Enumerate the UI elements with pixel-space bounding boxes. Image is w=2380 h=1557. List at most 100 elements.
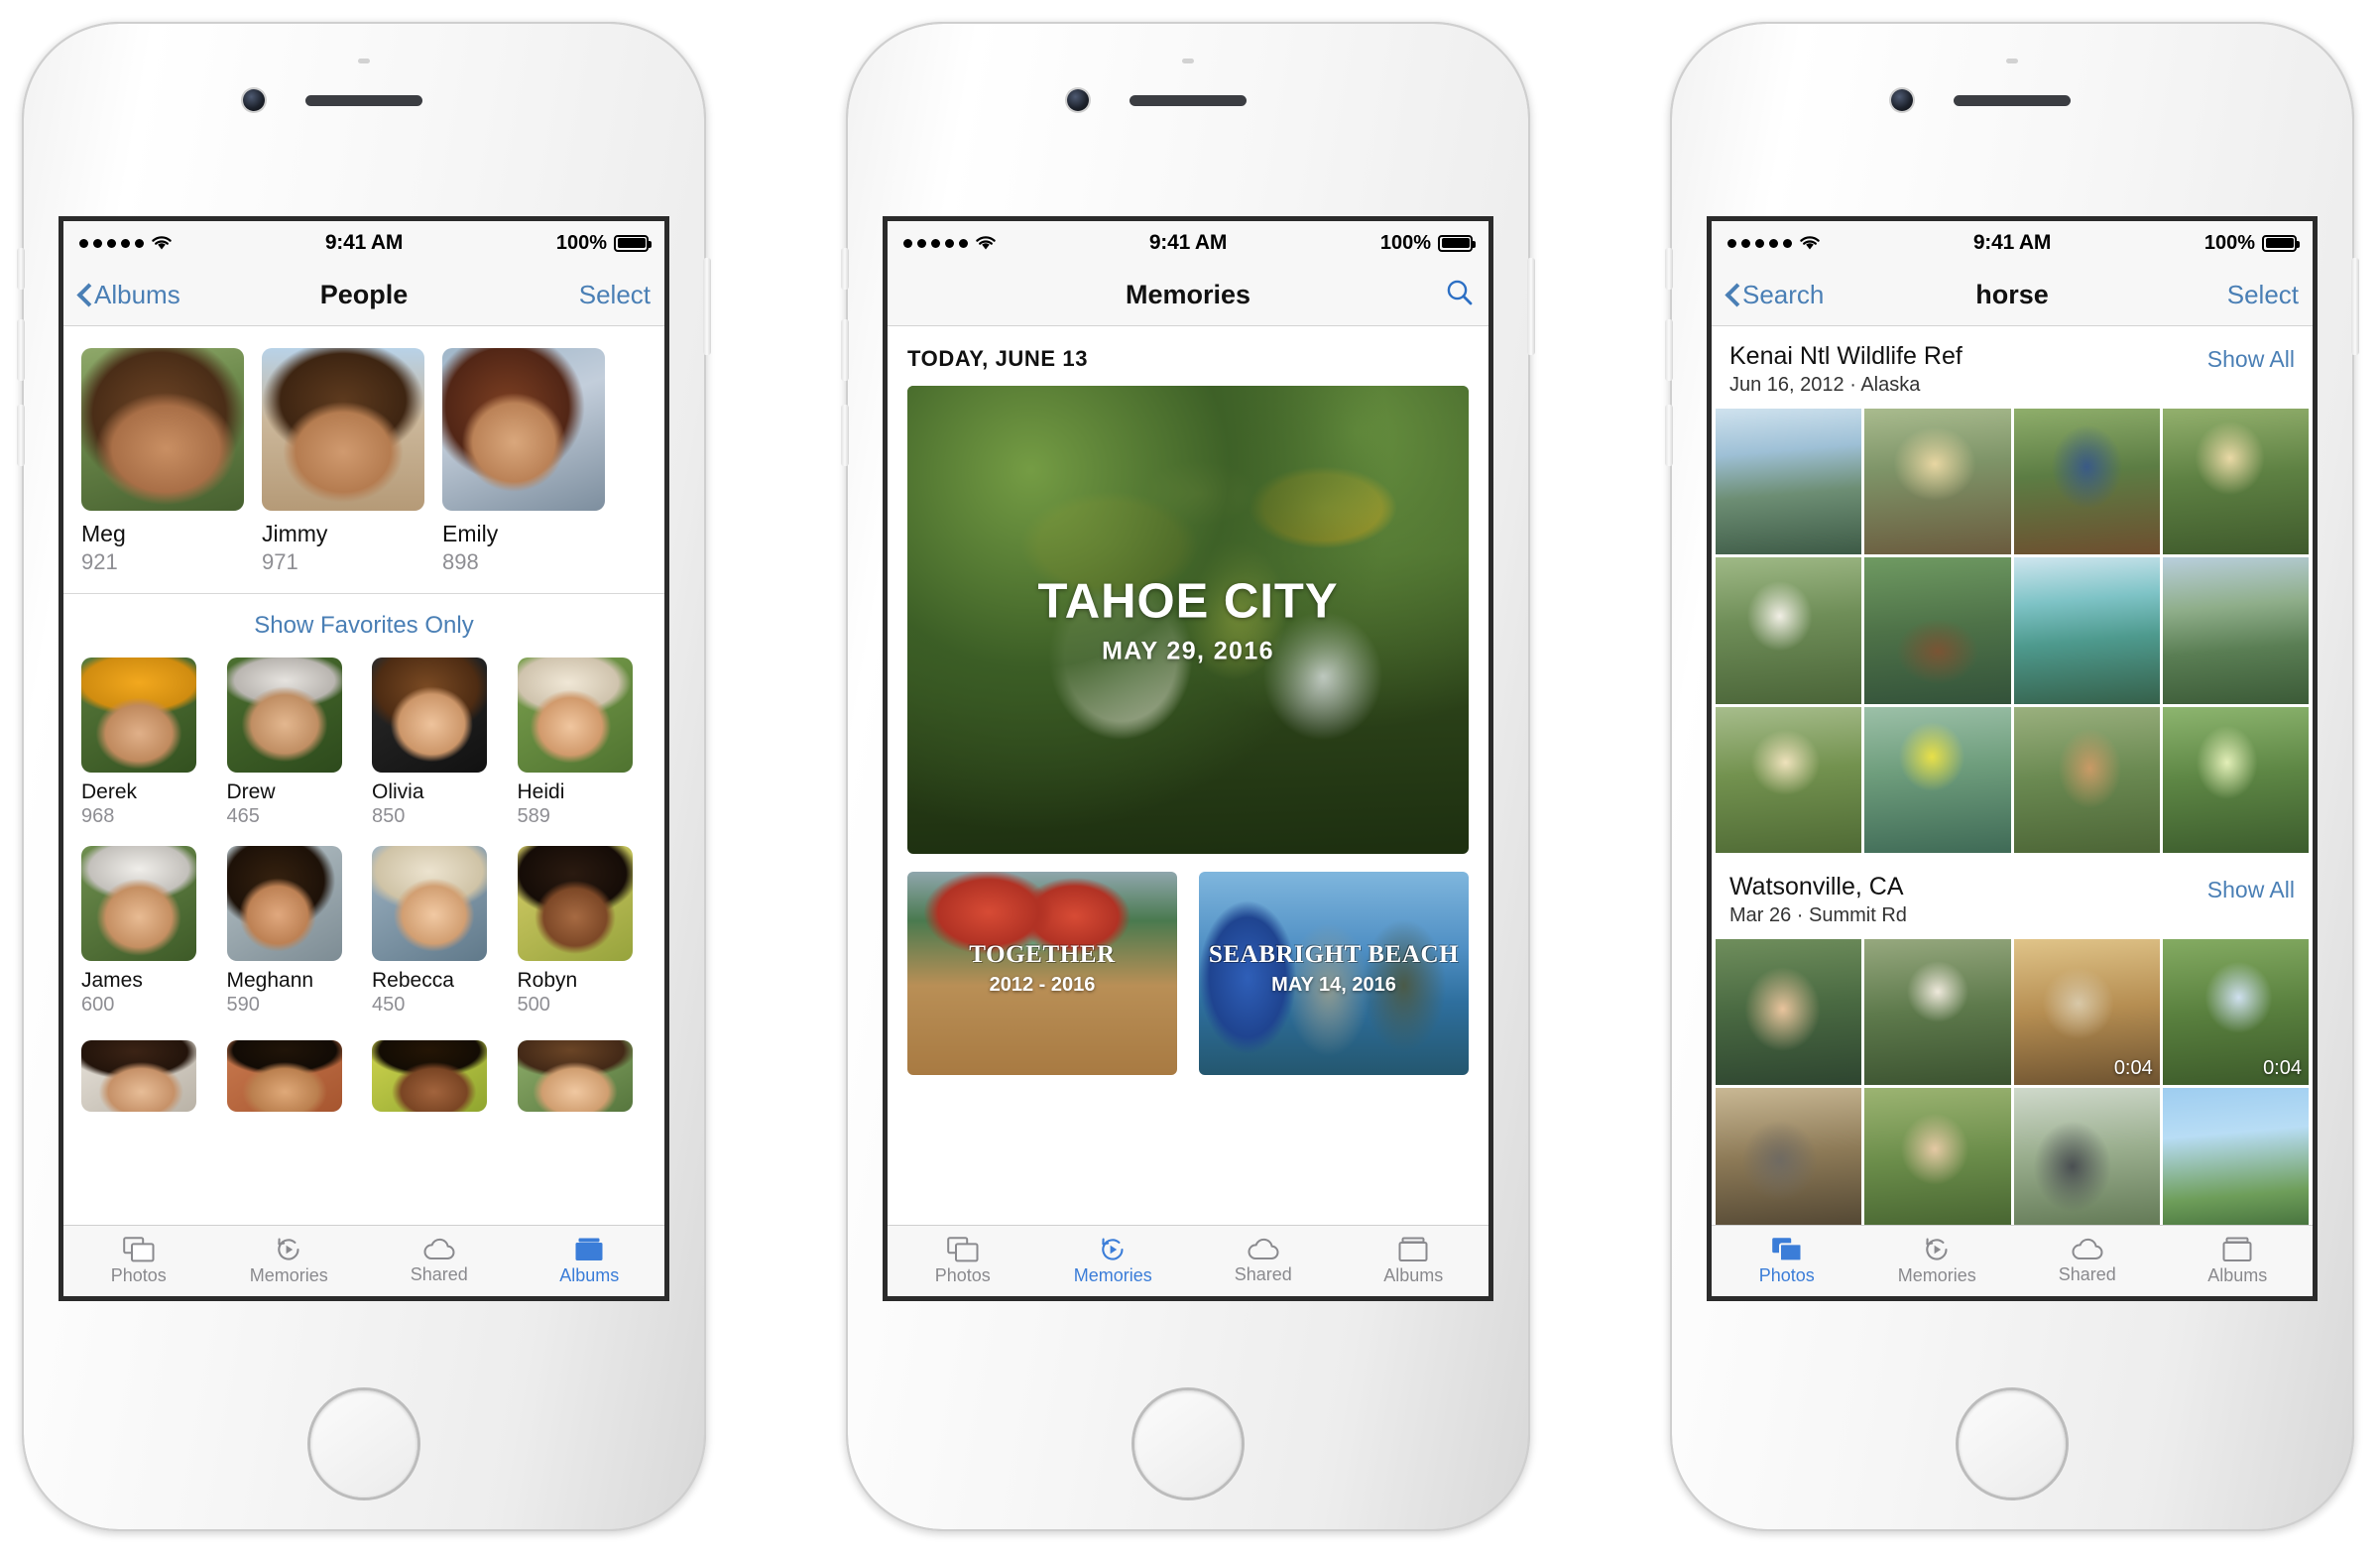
person-avatar[interactable]: [262, 348, 424, 511]
tab-albums[interactable]: Albums: [515, 1226, 665, 1296]
photos-icon: [1771, 1237, 1803, 1261]
photo-thumbnail[interactable]: [2162, 706, 2309, 853]
home-button[interactable]: [1134, 1390, 1242, 1497]
power-button[interactable]: [1527, 258, 1535, 355]
show-favorites-only-button[interactable]: Show Favorites Only: [63, 594, 664, 652]
show-all-button[interactable]: Show All: [2207, 873, 2295, 903]
photo-thumbnail[interactable]: 0:04: [2162, 938, 2309, 1085]
silent-switch[interactable]: [1665, 248, 1673, 290]
photo-thumbnail[interactable]: [2013, 706, 2160, 853]
photo-thumbnail[interactable]: [2162, 557, 2309, 704]
search-icon[interactable]: [1445, 278, 1475, 312]
battery-icon: [614, 234, 652, 252]
person-avatar[interactable]: [372, 658, 487, 773]
memory-card[interactable]: TOGETHER 2012 - 2016: [907, 872, 1177, 1075]
volume-down-button[interactable]: [17, 405, 25, 466]
person-name: Jimmy: [262, 521, 328, 546]
select-button[interactable]: Select: [579, 280, 651, 310]
tab-memories[interactable]: Memories: [214, 1226, 365, 1296]
tab-albums[interactable]: Albums: [1339, 1226, 1489, 1296]
tab-photos[interactable]: Photos: [63, 1226, 214, 1296]
battery-percent: 100%: [2203, 231, 2255, 254]
tab-shared[interactable]: Shared: [2012, 1226, 2163, 1296]
person-avatar[interactable]: [442, 348, 605, 511]
page-title: People: [319, 280, 409, 309]
photo-thumbnail[interactable]: [2162, 1088, 2309, 1225]
front-camera: [1067, 89, 1089, 111]
volume-up-button[interactable]: [841, 319, 849, 381]
memory-card-row: TOGETHER 2012 - 2016 SEABRIGHT BEACH MAY…: [907, 872, 1469, 1075]
wifi-icon: [975, 235, 997, 251]
memory-hero-card[interactable]: TAHOE CITY MAY 29, 2016: [907, 386, 1469, 854]
tab-photos[interactable]: Photos: [888, 1226, 1038, 1296]
person-card[interactable]: Rebecca 450: [372, 846, 502, 1017]
person-count: 850: [372, 805, 406, 827]
photo-thumbnail[interactable]: [1864, 1088, 2011, 1225]
photo-thumbnail[interactable]: [1716, 409, 1862, 555]
show-all-button[interactable]: Show All: [2207, 342, 2295, 373]
volume-up-button[interactable]: [1665, 319, 1673, 381]
photo-thumbnail[interactable]: [1864, 409, 2011, 555]
volume-down-button[interactable]: [1665, 405, 1673, 466]
person-count: 450: [372, 994, 406, 1016]
power-button[interactable]: [2351, 258, 2359, 355]
photo-thumbnail[interactable]: [1716, 557, 1862, 704]
person-avatar[interactable]: [517, 846, 633, 961]
volume-down-button[interactable]: [841, 405, 849, 466]
photo-thumbnail[interactable]: [1716, 1088, 1862, 1225]
photo-thumbnail[interactable]: [2013, 557, 2160, 704]
photo-thumbnail[interactable]: [1716, 706, 1862, 853]
select-button[interactable]: Select: [2227, 280, 2299, 310]
tab-memories[interactable]: Memories: [1862, 1226, 2013, 1296]
person-avatar[interactable]: [226, 846, 342, 961]
photo-thumbnail[interactable]: [2013, 1088, 2160, 1225]
person-card[interactable]: Emily 898: [442, 348, 605, 575]
person-card[interactable]: Meghann 590: [226, 846, 357, 1017]
person-name: Olivia: [372, 780, 424, 803]
person-card[interactable]: Drew 465: [226, 658, 357, 828]
photo-thumbnail[interactable]: [1864, 938, 2011, 1085]
tab-memories[interactable]: Memories: [1038, 1226, 1189, 1296]
person-avatar[interactable]: [226, 658, 342, 773]
photo-grid-section-2: 0:04 0:04: [1712, 938, 2313, 1225]
person-avatar[interactable]: [226, 1040, 342, 1112]
person-card[interactable]: Heidi 589: [517, 658, 648, 828]
photo-thumbnail[interactable]: [1864, 557, 2011, 704]
volume-up-button[interactable]: [17, 319, 25, 381]
silent-switch[interactable]: [17, 248, 25, 290]
person-avatar[interactable]: [517, 1040, 633, 1112]
photo-thumbnail[interactable]: [1716, 938, 1862, 1085]
status-right: 100%: [555, 231, 652, 255]
person-card[interactable]: Olivia 850: [372, 658, 502, 828]
home-button[interactable]: [1959, 1390, 2066, 1497]
battery-percent: 100%: [555, 231, 607, 254]
power-button[interactable]: [703, 258, 711, 355]
tab-shared[interactable]: Shared: [1188, 1226, 1339, 1296]
person-card[interactable]: Jimmy 971: [262, 348, 424, 575]
shared-icon: [1248, 1238, 1279, 1259]
home-button[interactable]: [310, 1390, 417, 1497]
photo-thumbnail[interactable]: 0:04: [2013, 938, 2160, 1085]
person-avatar[interactable]: [81, 846, 196, 961]
photo-thumbnail[interactable]: [1864, 706, 2011, 853]
person-avatar[interactable]: [517, 658, 633, 773]
back-button-search[interactable]: Search: [1726, 280, 1824, 310]
photo-thumbnail[interactable]: [2013, 409, 2160, 555]
silent-switch[interactable]: [841, 248, 849, 290]
person-avatar[interactable]: [372, 846, 487, 961]
person-card[interactable]: Derek 968: [81, 658, 211, 828]
back-button-albums[interactable]: Albums: [77, 280, 180, 310]
person-avatar[interactable]: [81, 658, 196, 773]
person-avatar[interactable]: [81, 348, 244, 511]
person-card[interactable]: James 600: [81, 846, 211, 1017]
tab-photos[interactable]: Photos: [1712, 1226, 1862, 1296]
photo-thumbnail[interactable]: [2162, 409, 2309, 555]
person-avatar[interactable]: [81, 1040, 196, 1112]
battery-icon: [2262, 234, 2300, 252]
person-card[interactable]: Robyn 500: [517, 846, 648, 1017]
person-card[interactable]: Meg 921: [81, 348, 244, 575]
person-avatar[interactable]: [372, 1040, 487, 1112]
memory-card[interactable]: SEABRIGHT BEACH MAY 14, 2016: [1199, 872, 1469, 1075]
tab-albums[interactable]: Albums: [2163, 1226, 2314, 1296]
tab-shared[interactable]: Shared: [364, 1226, 515, 1296]
